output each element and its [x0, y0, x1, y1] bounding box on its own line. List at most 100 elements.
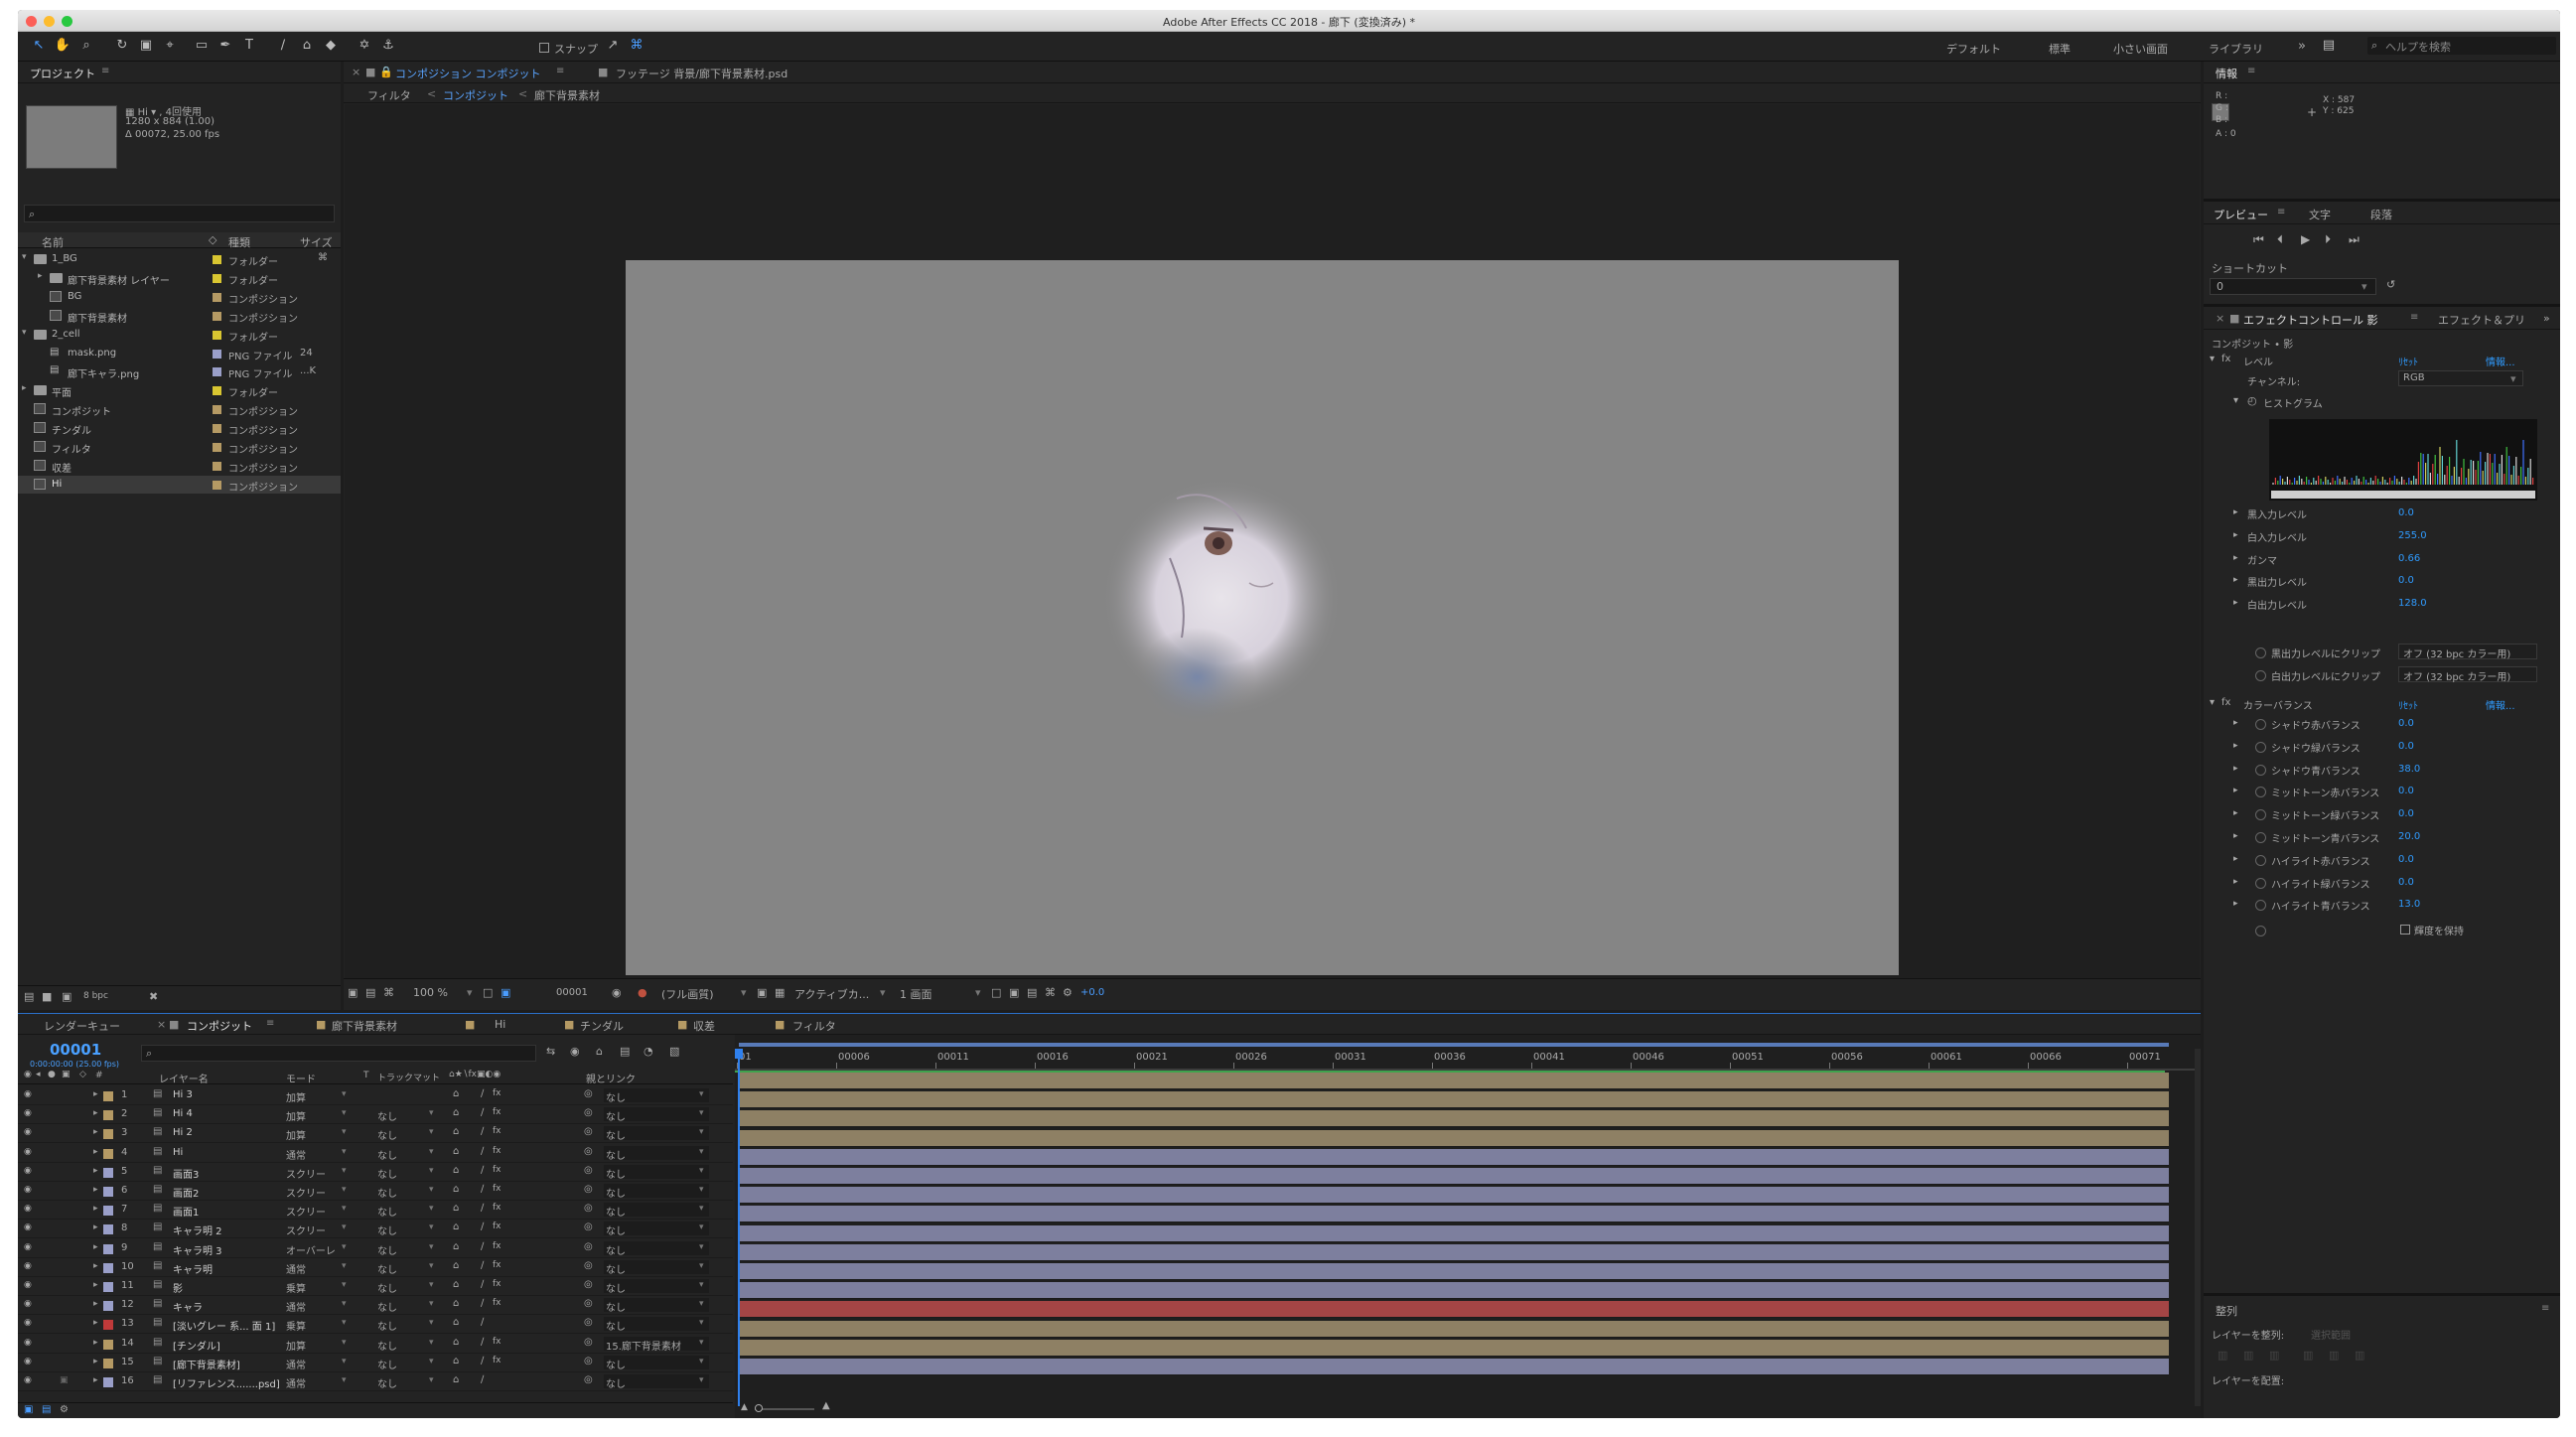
param-expand-icon[interactable]: ▸ [2233, 530, 2238, 540]
label-tag-icon[interactable]: ◇ [209, 233, 216, 246]
visibility-eye-icon[interactable]: ◉ [24, 1357, 32, 1366]
color-balance-expand-icon[interactable]: ▾ [2210, 697, 2215, 708]
layer-name[interactable]: [淡いグレー 系... 面 1] [173, 1318, 275, 1333]
param-expand-icon[interactable]: ▸ [2233, 598, 2238, 608]
param-stopwatch-icon[interactable] [2255, 741, 2266, 753]
track-matte-select[interactable]: なし ▾ [377, 1107, 437, 1123]
pick-whip-icon[interactable]: ◎ [584, 1317, 593, 1328]
track-matte-select[interactable]: なし ▾ [377, 1298, 437, 1314]
layer-name[interactable]: キャラ明 2 [173, 1222, 222, 1237]
mode-select[interactable]: 通常 ▾ [286, 1356, 352, 1371]
layer-twirl-icon[interactable]: ▸ [93, 1166, 98, 1176]
param-value[interactable]: 0.0 [2398, 786, 2414, 796]
layer-twirl-icon[interactable]: ▸ [93, 1127, 98, 1137]
param-expand-icon[interactable]: ▸ [2233, 808, 2238, 818]
levels-fx-icon[interactable]: fx [2221, 354, 2230, 364]
layer-label-swatch[interactable] [103, 1224, 113, 1235]
quality-switch-icon[interactable]: ∕ [481, 1107, 484, 1118]
layer-duration-bar[interactable] [739, 1148, 2169, 1166]
tab-timeline-hi[interactable]: Hi [495, 1018, 505, 1031]
channel-select[interactable]: RGB ▾ [2398, 370, 2523, 386]
param-expand-icon[interactable]: ▸ [2233, 877, 2238, 887]
timeline-layer-row[interactable]: ◉ ▸ 14 ▤ [チンダル] 加算 ▾ なし ▾ ⌂ ∕ fx ◎ 15.廊下背景素材 ▾ [18, 1335, 733, 1354]
frame-blending-icon[interactable]: ▤ [620, 1045, 630, 1058]
layer-label-swatch[interactable] [103, 1320, 113, 1331]
layer-label-swatch[interactable] [103, 1167, 113, 1178]
mode-select[interactable]: 通常 ▾ [286, 1298, 352, 1314]
last-frame-icon[interactable]: ⏭ [2349, 232, 2360, 247]
param-stopwatch-icon[interactable] [2255, 854, 2266, 866]
param-expand-icon[interactable]: ▸ [2233, 575, 2238, 585]
parent-select[interactable]: 15.廊下背景素材 ▾ [604, 1336, 709, 1353]
param-expand-icon[interactable]: ▸ [2233, 786, 2238, 795]
quality-switch-icon[interactable]: ∕ [481, 1184, 484, 1195]
shy-switch-icon[interactable]: ⌂ [453, 1279, 459, 1290]
tab-timeline-composite[interactable]: コンポジット [187, 1018, 252, 1034]
video-toggle-icon[interactable]: ◉ [24, 1070, 32, 1079]
shortcut-reset-icon[interactable]: ↺ [2386, 278, 2395, 291]
tab-render-queue[interactable]: レンダーキュー [44, 1018, 120, 1034]
levels-about-button[interactable]: 情報... [2486, 354, 2515, 368]
flowchart-icon[interactable]: ⌘ [318, 252, 328, 263]
mode-select[interactable]: オーバーレ ▾ [286, 1241, 352, 1257]
levels-reset-button[interactable]: ﾘｾｯﾄ [2398, 354, 2418, 368]
exposure-value[interactable]: +0.0 [1080, 987, 1104, 998]
layer-twirl-icon[interactable]: ▸ [93, 1261, 98, 1271]
project-item[interactable]: BG コンポジション [18, 288, 341, 306]
parent-select[interactable]: なし ▾ [604, 1088, 709, 1104]
shy-switch-icon[interactable]: ⌂ [453, 1107, 459, 1118]
pick-whip-icon[interactable]: ◎ [584, 1356, 593, 1366]
param-expand-icon[interactable]: ▸ [2233, 899, 2238, 909]
param-expand-icon[interactable]: ▸ [2233, 764, 2238, 774]
layer-name[interactable]: 画面3 [173, 1166, 199, 1181]
layer-label-swatch[interactable] [103, 1339, 113, 1350]
layer-duration-bar[interactable] [739, 1187, 2169, 1205]
timeline-layer-row[interactable]: ◉ ▣ ▸ 16 ▤ [リファレンス.......psd] 通常 ▾ なし ▾ ⌂ ∕ ◎ なし ▾ [18, 1372, 733, 1391]
comp-mini-flowchart-icon[interactable]: ⇆ [546, 1045, 555, 1058]
parent-select[interactable]: なし ▾ [604, 1240, 709, 1257]
workspace-more-button[interactable]: » [2298, 39, 2306, 54]
color-balance-reset-button[interactable]: ﾘｾｯﾄ [2398, 697, 2418, 712]
layer-twirl-icon[interactable]: ▸ [93, 1147, 98, 1157]
playhead-head[interactable] [735, 1049, 743, 1059]
param-expand-icon[interactable]: ▸ [2233, 507, 2238, 517]
shy-switch-icon[interactable]: ⌂ [453, 1146, 459, 1157]
time-ruler[interactable]: 01 00006 00011 00016 00021 00026 00031 00036 000… [735, 1049, 2201, 1069]
pen-tool-icon[interactable]: ✒ [216, 37, 234, 55]
mode-select[interactable]: スクリー ▾ [286, 1203, 352, 1219]
align-top-icon[interactable]: ▥ [2303, 1349, 2313, 1362]
always-preview-icon[interactable]: ▣ [348, 986, 358, 999]
pick-whip-icon[interactable]: ◎ [584, 1241, 593, 1252]
quality-switch-icon[interactable]: ∕ [481, 1317, 484, 1328]
work-area-bar[interactable] [739, 1043, 2169, 1047]
pick-whip-icon[interactable]: ◎ [584, 1088, 593, 1099]
visibility-eye-icon[interactable]: ◉ [24, 1127, 32, 1137]
shy-switch-icon[interactable]: ⌂ [453, 1374, 459, 1385]
visibility-eye-icon[interactable]: ◉ [24, 1166, 32, 1176]
mask-visibility-icon[interactable]: ▤ [365, 986, 375, 999]
fx-switch-icon[interactable]: fx [493, 1107, 501, 1117]
visibility-eye-icon[interactable]: ◉ [24, 1108, 32, 1118]
label-swatch[interactable] [213, 424, 221, 434]
param-stopwatch-icon[interactable] [2255, 719, 2266, 730]
parent-select[interactable]: なし ▾ [604, 1298, 709, 1314]
timeline-layer-row[interactable]: ◉ ▸ 3 ▤ Hi 2 加算 ▾ なし ▾ ⌂ ∕ fx ◎ なし ▾ [18, 1124, 733, 1144]
timeline-layer-row[interactable]: ◉ ▸ 10 ▤ キャラ明 通常 ▾ なし ▾ ⌂ ∕ fx ◎ なし ▾ [18, 1258, 733, 1277]
column-type[interactable]: 種類 [228, 234, 250, 250]
layer-label-swatch[interactable] [103, 1282, 113, 1292]
timeline-layer-row[interactable]: ◉ ▸ 4 ▤ Hi 通常 ▾ なし ▾ ⌂ ∕ fx ◎ なし ▾ [18, 1144, 733, 1163]
visibility-eye-icon[interactable]: ◉ [24, 1147, 32, 1157]
fx-switch-icon[interactable]: fx [493, 1279, 501, 1289]
close-tab-icon[interactable]: × [352, 66, 360, 78]
lock-toggle-icon[interactable]: ▣ [62, 1070, 71, 1079]
layer-name[interactable]: [リファレンス.......psd] [173, 1375, 280, 1390]
project-item[interactable]: ▾ 2_cell フォルダー [18, 326, 341, 344]
shortcut-select[interactable]: 0 ▾ [2210, 278, 2376, 295]
label-swatch[interactable] [213, 349, 221, 359]
align-to-select[interactable]: 選択範囲 [2311, 1327, 2351, 1342]
param-value[interactable]: 0.0 [2398, 808, 2414, 819]
param-value[interactable]: 0.0 [2398, 718, 2414, 729]
switches-icons[interactable]: ⌂★∖fx▣◐◉ [449, 1070, 501, 1079]
graph-editor-icon[interactable]: ▧ [669, 1045, 679, 1058]
visibility-eye-icon[interactable]: ◉ [24, 1204, 32, 1214]
